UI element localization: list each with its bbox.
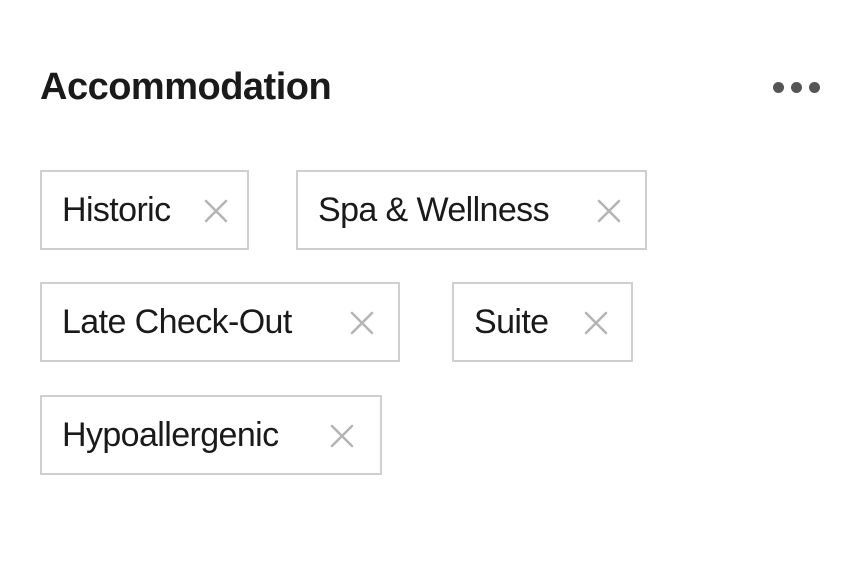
tag-label: Historic [62,191,171,229]
tag-chip-suite: Suite [452,282,633,362]
more-horizontal-icon [809,81,820,93]
tag-chip-hypoallergenic: Hypoallergenic [40,395,382,475]
more-horizontal-icon [773,81,784,93]
tag-label: Suite [474,303,549,341]
tag-chip-spa-wellness: Spa & Wellness [296,170,647,250]
close-icon[interactable] [202,197,230,225]
tag-label: Hypoallergenic [62,416,279,454]
close-icon[interactable] [328,422,356,450]
panel-header: Accommodation [40,62,820,112]
more-options-button[interactable] [764,72,820,102]
tag-chip-late-check-out: Late Check-Out [40,282,400,362]
tag-chip-historic: Historic [40,170,249,250]
tag-label: Late Check-Out [62,303,292,341]
close-icon[interactable] [582,309,610,337]
close-icon[interactable] [348,309,376,337]
close-icon[interactable] [595,197,623,225]
panel-title: Accommodation [40,66,332,108]
tag-label: Spa & Wellness [318,191,550,229]
more-horizontal-icon [791,81,802,93]
